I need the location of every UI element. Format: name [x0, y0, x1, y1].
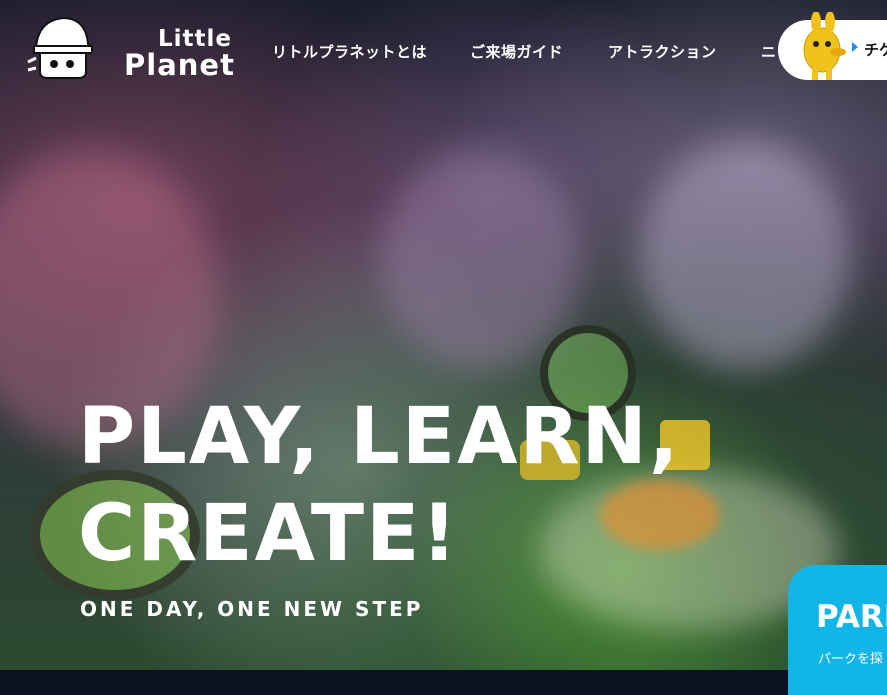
- ticket-button[interactable]: チケ: [778, 12, 887, 80]
- logo-wordmark: Little Planet: [124, 28, 235, 80]
- hero-headline-line1: PLAY, LEARN,: [78, 392, 681, 482]
- hero-photo-shape: [380, 150, 580, 370]
- hero-headline-line2: CREATE!: [78, 489, 459, 579]
- park-card-subtitle: パークを探: [818, 652, 884, 667]
- hero-tagline: ONE DAY, ONE NEW STEP: [80, 597, 424, 621]
- hard-hat-mascot-icon: [27, 16, 93, 79]
- hero-photo-shape: [600, 480, 720, 550]
- nav-link-visitor-guide[interactable]: ご来場ガイド: [470, 41, 563, 62]
- park-card-title: PARK: [816, 599, 887, 635]
- nav-link-news[interactable]: ニ: [761, 41, 777, 62]
- hero-photo-shape: [640, 140, 850, 370]
- yellow-character-icon: [803, 12, 846, 80]
- logo-line2: Planet: [124, 48, 235, 82]
- nav-link-attractions[interactable]: アトラクション: [608, 41, 717, 62]
- ticket-label: チケ: [864, 41, 887, 59]
- park-search-card[interactable]: PARK パークを探: [788, 565, 887, 695]
- site-header: Little Planet リトルプラネットとは ご来場ガイド アトラクション …: [0, 0, 887, 100]
- site-logo[interactable]: Little Planet: [26, 10, 234, 84]
- play-arrow-icon: [852, 42, 858, 52]
- nav-link-about[interactable]: リトルプラネットとは: [272, 41, 427, 62]
